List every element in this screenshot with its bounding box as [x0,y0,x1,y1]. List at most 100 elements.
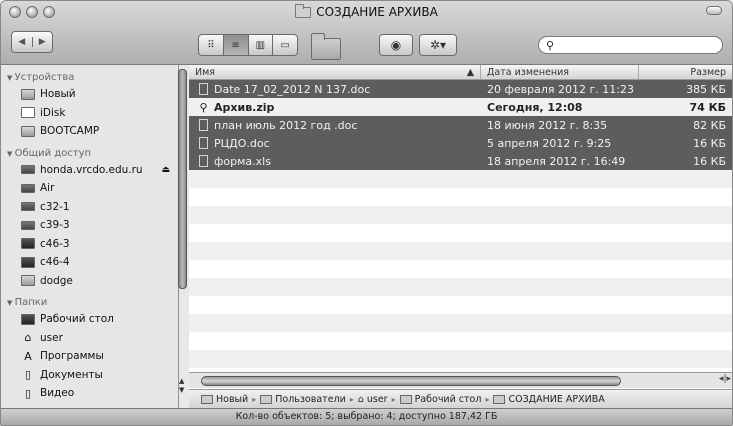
hard-drive-icon [21,125,35,137]
sidebar-item-c46-4[interactable]: c46-4 [1,253,178,272]
path-item[interactable]: ⌂ user [358,394,388,405]
sidebar-item-documents[interactable]: ▯ Документы [1,366,178,385]
status-bar: Кол-во объектов: 5; выбрано: 4; доступно… [1,408,732,425]
computer-icon [21,256,35,268]
action-menu-button[interactable]: ✲▾ [419,34,457,56]
sidebar-item-honda[interactable]: honda.vrcdo.edu.ru ⏏ [1,161,178,180]
sidebar-item-user[interactable]: ⌂ user [1,329,178,348]
path-label: Рабочий стол [414,393,482,405]
search-field[interactable]: ⚲ [538,36,723,54]
file-row[interactable]: Date 17_02_2012 N 137.doc 20 февраля 2012… [189,80,732,98]
sidebar-item-desktop[interactable]: Рабочий стол [1,310,178,329]
folder-path-icon[interactable] [311,33,341,60]
path-label: СОЗДАНИЕ АРХИВА [508,393,605,405]
search-icon: ⚲ [546,38,555,52]
folder-icon [493,394,506,404]
path-item[interactable]: СОЗДАНИЕ АРХИВА [493,393,605,405]
empty-row [189,332,732,350]
file-name-cell: форма.xls [189,155,481,168]
file-list: Имя ▲ Дата изменения Размер Date 17_02_20… [189,65,732,390]
gear-icon: ✲▾ [429,38,447,52]
empty-row [189,224,732,242]
documents-icon: ▯ [24,368,32,382]
empty-row [189,350,732,368]
file-name: Архив.zip [214,100,275,114]
path-item[interactable]: Пользователи [260,394,346,405]
applications-icon: A [24,349,32,363]
file-name: форма.xls [214,154,271,168]
empty-row [189,296,732,314]
sidebar-item-label: Air [40,182,55,195]
column-header-name[interactable]: Имя ▲ [189,65,481,79]
quick-look-button[interactable]: ◉ [379,34,413,56]
sidebar-item-applications[interactable]: A Программы [1,347,178,366]
file-size: 385 КБ [686,82,726,96]
eject-icon[interactable]: ⏏ [161,165,170,175]
file-row[interactable]: план июль 2012 год .doc 18 июня 2012 г. 8… [189,116,732,134]
sidebar-item-dodge[interactable]: dodge [1,272,178,291]
file-date: 18 апреля 2012 г. 16:49 [487,154,626,168]
column-view-icon[interactable]: ▥ [249,35,274,55]
path-item[interactable]: Новый [201,394,248,405]
folder-icon [295,3,312,18]
toolbar-toggle-button[interactable] [706,6,722,15]
sidebar-item-label: c46-3 [40,237,70,250]
search-input[interactable] [558,38,709,52]
desktop-icon [21,313,35,325]
coverflow-view-icon[interactable]: ▭ [273,35,297,55]
file-name-cell: Date 17_02_2012 N 137.doc [189,83,481,96]
sidebar-item-novyi[interactable]: Новый [1,85,178,104]
sidebar-scrollbar[interactable] [178,69,187,289]
path-label: user [366,393,388,405]
icon-view-icon[interactable]: ⠿ [199,35,224,55]
sidebar-item-label: Новый [40,88,76,101]
idisk-icon [21,107,35,119]
file-row[interactable]: форма.xls 18 апреля 2012 г. 16:49 16 КБ [189,152,732,170]
list-view-icon[interactable]: ≡ [223,35,249,55]
sidebar-item-video[interactable]: ▯ Видео [1,384,178,403]
scroll-arrows[interactable]: ◂|▸ [719,374,731,384]
column-header-size[interactable]: Размер [639,65,732,79]
file-date: Сегодня, 12:08 [487,100,583,114]
sidebar-item-bootcamp[interactable]: BOOTCAMP [1,122,178,141]
sidebar-item-label: iDisk [40,106,66,119]
file-row[interactable]: ⚲ Архив.zip Сегодня, 12:08 74 КБ [189,98,732,116]
file-row[interactable]: РЦДО.doc 5 апреля 2012 г. 9:25 16 КБ [189,134,732,152]
file-size: 16 КБ [693,136,726,150]
sidebar-scroll-arrows[interactable]: ▲ ▼ [179,377,189,395]
path-bar: Новый ▸ Пользователи ▸ ⌂ user ▸ Рабочий с… [189,389,732,408]
sidebar-item-label: Документы [40,368,103,381]
file-name-cell: РЦДО.doc [189,137,481,150]
folder-icon [399,394,412,404]
sidebar-item-c32-1[interactable]: c32-1 [1,198,178,217]
file-name: РЦДО.doc [214,136,270,150]
sidebar-item-c39-3[interactable]: c39-3 [1,216,178,235]
sidebar: Устройства Новый iDisk BOOTCAMP Общий до… [1,65,179,410]
forward-icon[interactable]: ▶ [33,37,53,47]
window-title-text: СОЗДАНИЕ АРХИВА [316,5,438,19]
back-icon[interactable]: ◀ [12,37,33,47]
drive-icon [201,394,213,404]
empty-row [189,278,732,296]
window-title: СОЗДАНИЕ АРХИВА [1,3,732,19]
folder-icon [260,394,273,404]
sidebar-item-label: user [40,331,63,344]
column-header-date[interactable]: Дата изменения [481,65,639,79]
hard-drive-icon [21,88,35,100]
back-forward-buttons: ◀ ▶ [11,31,53,53]
path-label: Пользователи [275,393,346,405]
empty-row [189,206,732,224]
sidebar-item-c46-3[interactable]: c46-3 [1,235,178,254]
horizontal-scrollbar[interactable]: ◂|▸ [189,372,732,388]
path-item[interactable]: Рабочий стол [399,393,482,405]
sidebar-item-air[interactable]: Air [1,179,178,198]
eye-icon: ◉ [390,38,402,52]
computer-icon [21,183,35,193]
path-label: Новый [216,393,249,405]
home-icon: ⌂ [357,393,364,405]
sidebar-item-idisk[interactable]: iDisk [1,104,178,123]
scroll-thumb[interactable] [201,376,621,386]
sidebar-item-label: honda.vrcdo.edu.ru [40,163,143,176]
computer-icon [21,165,35,175]
file-size: 74 КБ [689,100,726,114]
